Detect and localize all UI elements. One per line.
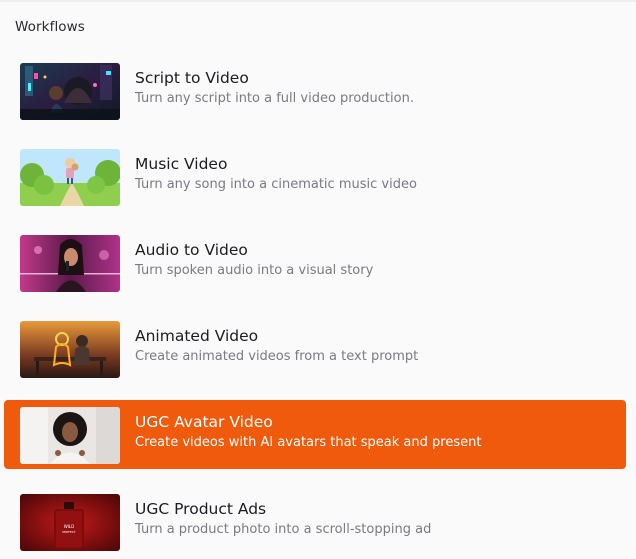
cartoon-park-thumbnail xyxy=(20,149,120,206)
workflow-description: Create animated videos from a text promp… xyxy=(135,349,419,364)
workflow-item-ugc-product-ads[interactable]: WILD PERFECT UGC Product Ads Turn a prod… xyxy=(4,487,626,551)
workflow-title: UGC Product Ads xyxy=(135,500,267,518)
workflow-description: Create videos with AI avatars that speak… xyxy=(135,435,482,450)
singer-portrait-thumbnail xyxy=(20,235,120,292)
workflow-title: Script to Video xyxy=(135,69,249,87)
workflow-item-script-to-video[interactable]: Script to Video Turn any script into a f… xyxy=(4,56,626,124)
workflow-item-audio-to-video[interactable]: Audio to Video Turn spoken audio into a … xyxy=(4,228,626,296)
workflow-description: Turn any song into a cinematic music vid… xyxy=(135,177,417,192)
workflow-description: Turn a product photo into a scroll-stopp… xyxy=(135,522,432,537)
workflow-list: Script to Video Turn any script into a f… xyxy=(4,56,628,559)
workflow-title: Animated Video xyxy=(135,327,259,345)
product-label-line1: WILD xyxy=(64,524,74,529)
workflow-item-ugc-avatar-video[interactable]: UGC Avatar Video Create videos with AI a… xyxy=(4,400,626,469)
workflow-description: Turn spoken audio into a visual story xyxy=(135,263,374,278)
workflow-title: Audio to Video xyxy=(135,241,248,259)
workflow-title: UGC Avatar Video xyxy=(135,413,273,431)
avatar-presenter-thumbnail xyxy=(20,407,120,464)
perfume-bottle-thumbnail: WILD PERFECT xyxy=(20,494,120,551)
workflow-description: Turn any script into a full video produc… xyxy=(135,91,414,106)
workflow-item-music-video[interactable]: Music Video Turn any song into a cinemat… xyxy=(4,142,626,210)
workflow-item-animated-video[interactable]: Animated Video Create animated videos fr… xyxy=(4,314,626,382)
product-label-line2: PERFECT xyxy=(62,530,76,534)
glowing-couple-bench-thumbnail xyxy=(20,321,120,378)
cyberpunk-scene-thumbnail xyxy=(20,63,120,120)
top-divider xyxy=(0,0,636,2)
workflow-title: Music Video xyxy=(135,155,228,173)
section-title: Workflows xyxy=(15,19,85,35)
